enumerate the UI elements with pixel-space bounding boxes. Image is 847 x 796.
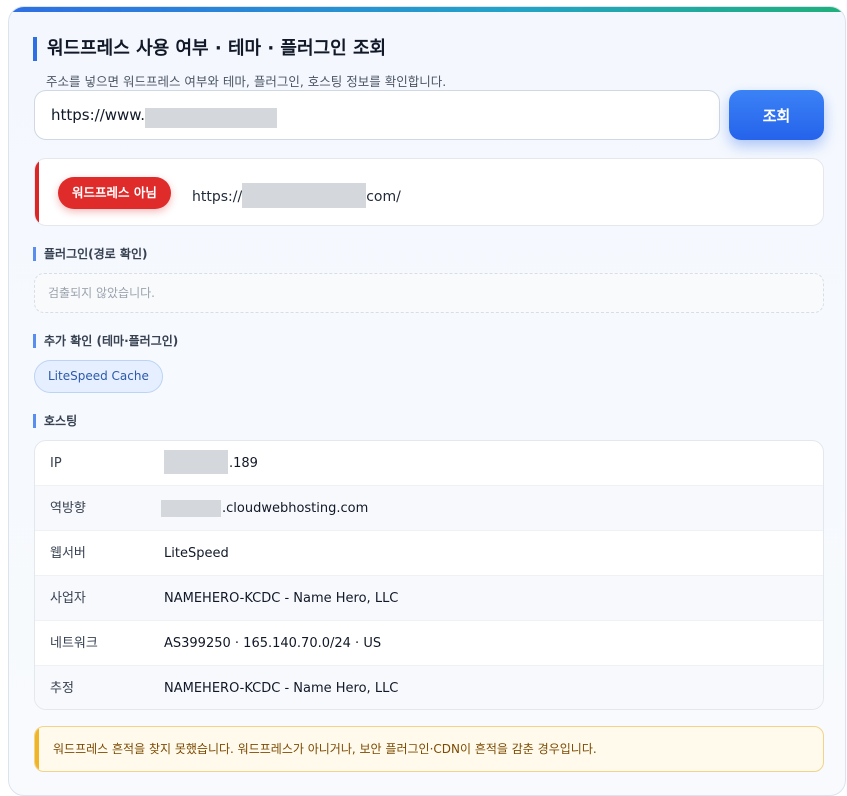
redacted-domain [242, 183, 367, 208]
table-row: 웹서버 LiteSpeed [35, 531, 823, 576]
table-row: 네트워크 AS399250 · 165.140.70.0/24 · US [35, 621, 823, 666]
result-url-suffix: com/ [366, 189, 401, 205]
notice-accent-bar [35, 727, 39, 771]
row-key: IP [50, 456, 62, 471]
result-card: 워드프레스 아님 https:// com/ [34, 158, 824, 226]
row-value: .cloudwebhosting.com [222, 501, 369, 516]
search-button[interactable]: 조회 [729, 90, 824, 140]
hosting-table: IP .189 역방향 .cloudwebhosting.com 웹서버 Lit… [34, 440, 824, 710]
row-value: NAMEHERO-KCDC - Name Hero, LLC [164, 591, 399, 606]
table-row: 역방향 .cloudwebhosting.com [35, 486, 823, 531]
row-key: 네트워크 [50, 636, 98, 651]
table-row: 추정 NAMEHERO-KCDC - Name Hero, LLC [35, 666, 823, 709]
status-badge: 워드프레스 아님 [58, 177, 171, 209]
redacted-ip [164, 450, 228, 474]
row-value: LiteSpeed [164, 546, 229, 561]
row-value: .189 [229, 456, 258, 471]
warning-notice: 워드프레스 흔적을 찾지 못했습니다. 워드프레스가 아니거나, 보안 플러그인… [34, 726, 824, 772]
wp-check-card: 워드프레스 사용 여부 · 테마 · 플러그인 조회 주소를 넣으면 워드프레스… [8, 6, 846, 796]
row-key: 웹서버 [50, 546, 86, 561]
redacted-hostname [161, 500, 221, 517]
row-key: 사업자 [50, 591, 86, 606]
status-accent-bar [35, 159, 39, 225]
table-row: 사업자 NAMEHERO-KCDC - Name Hero, LLC [35, 576, 823, 621]
extra-section-label: 추가 확인 (테마·플러그인) [33, 334, 178, 348]
result-url: https:// com/ [192, 183, 401, 208]
row-value: AS399250 · 165.140.70.0/24 · US [164, 636, 382, 651]
page-title: 워드프레스 사용 여부 · 테마 · 플러그인 조회 [33, 37, 386, 61]
notice-text: 워드프레스 흔적을 찾지 못했습니다. 워드프레스가 아니거나, 보안 플러그인… [53, 742, 597, 756]
result-url-prefix: https:// [192, 189, 243, 205]
hosting-section-label: 호스팅 [33, 414, 77, 428]
row-key: 역방향 [50, 501, 86, 516]
redacted-url-part [145, 108, 277, 128]
row-value: NAMEHERO-KCDC - Name Hero, LLC [164, 681, 399, 696]
page-subtitle: 주소를 넣으면 워드프레스 여부와 테마, 플러그인, 호스팅 정보를 확인합니… [46, 74, 447, 89]
plugin-chip-litespeed-cache[interactable]: LiteSpeed Cache [34, 360, 163, 393]
gradient-top-bar [9, 7, 845, 12]
url-input[interactable] [34, 90, 720, 140]
plugins-empty-box: 검출되지 않았습니다. [34, 273, 824, 313]
plugins-section-label: 플러그인(경로 확인) [33, 247, 147, 261]
table-row: IP .189 [35, 441, 823, 486]
row-key: 추정 [50, 681, 74, 696]
